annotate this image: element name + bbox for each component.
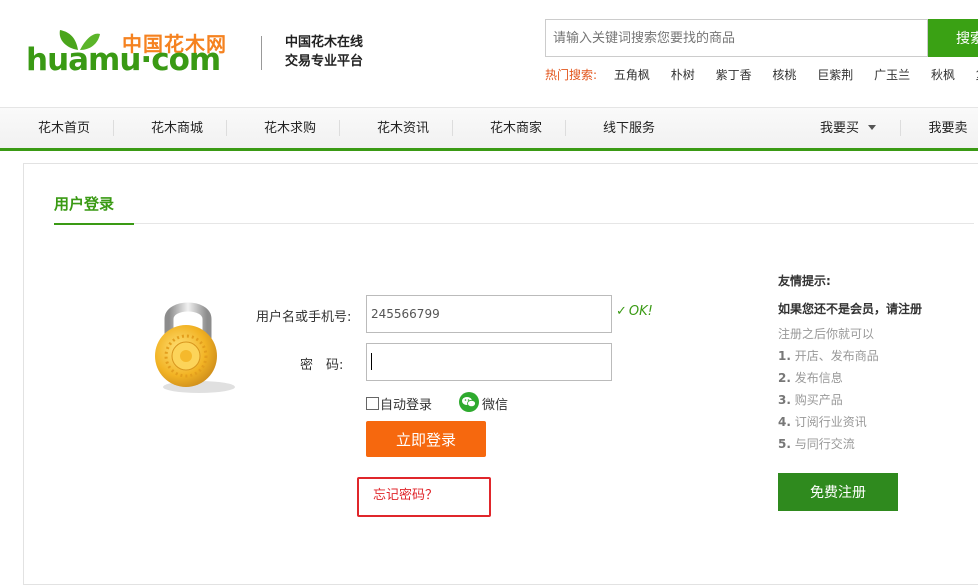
ok-text: OK! bbox=[628, 304, 653, 319]
hot-keyword[interactable]: 紫丁香 bbox=[716, 68, 752, 82]
padlock-icon bbox=[155, 302, 235, 393]
nav-buy-menu[interactable]: 我要买 bbox=[808, 108, 888, 148]
title-underline bbox=[54, 223, 134, 225]
nav-separator bbox=[113, 120, 114, 136]
hot-keyword[interactable]: 广玉兰 bbox=[874, 68, 910, 82]
nav-separator bbox=[339, 120, 340, 136]
login-title: 用户登录 bbox=[54, 195, 115, 213]
nav-buy-label: 我要买 bbox=[819, 121, 859, 136]
nav-item-wanted[interactable]: 花木求购 bbox=[254, 108, 326, 148]
password-label: 密 码: bbox=[300, 358, 344, 373]
nav-item-offline[interactable]: 线下服务 bbox=[593, 108, 665, 148]
tips-intro: 注册之后你就可以 bbox=[778, 327, 875, 341]
tip-item: 2. 发布信息 bbox=[778, 369, 843, 386]
hot-keyword[interactable]: 秋枫 bbox=[931, 68, 955, 82]
tips-title: 友情提示: bbox=[778, 274, 831, 288]
site-logo[interactable]: 中国花木网 huamu·com bbox=[26, 26, 242, 78]
nav-separator bbox=[452, 120, 453, 136]
login-button[interactable]: 立即登录 bbox=[366, 421, 486, 457]
text-cursor bbox=[371, 353, 372, 370]
forgot-password-link[interactable]: 忘记密码？ bbox=[373, 484, 438, 503]
wechat-glyph-icon bbox=[462, 397, 476, 408]
tip-number: 1. bbox=[778, 349, 791, 363]
hot-search-bar: 热门搜索: 五角枫 朴树 紫丁香 核桃 巨紫荆 广玉兰 秋枫 复 bbox=[545, 66, 978, 83]
hot-keyword[interactable]: 朴树 bbox=[671, 68, 695, 82]
tip-number: 4. bbox=[778, 415, 791, 429]
tip-text: 订阅行业资讯 bbox=[794, 415, 867, 429]
username-label: 用户名或手机号: bbox=[256, 310, 352, 325]
main-nav: 花木首页 花木商城 花木求购 花木资讯 花木商家 线下服务 我要买 我要卖 bbox=[0, 108, 978, 148]
tip-item: 4. 订阅行业资讯 bbox=[778, 413, 867, 430]
hot-search-label: 热门搜索: bbox=[545, 68, 598, 82]
auto-login-label: 自动登录 bbox=[380, 398, 433, 413]
nav-item-mall[interactable]: 花木商城 bbox=[141, 108, 213, 148]
nav-bottom-bar bbox=[0, 148, 978, 151]
caret-down-icon bbox=[868, 125, 876, 130]
tip-item: 3. 购买产品 bbox=[778, 391, 843, 408]
nav-separator bbox=[900, 120, 901, 136]
slogan-line-2: 交易专业平台 bbox=[285, 54, 364, 69]
checkmark-icon: ✓ bbox=[616, 304, 627, 319]
auto-login-option[interactable]: 自动登录 bbox=[366, 394, 432, 413]
tip-number: 3. bbox=[778, 393, 791, 407]
slogan-line-1: 中国花木在线 bbox=[285, 35, 364, 50]
tip-number: 5. bbox=[778, 437, 791, 451]
auto-login-checkbox[interactable] bbox=[366, 397, 379, 410]
site-slogan: 中国花木在线 交易专业平台 bbox=[285, 33, 363, 71]
tip-text: 开店、发布商品 bbox=[794, 349, 879, 363]
search-input[interactable] bbox=[545, 19, 928, 57]
username-input[interactable] bbox=[366, 295, 612, 333]
nav-item-news[interactable]: 花木资讯 bbox=[367, 108, 439, 148]
wechat-icon[interactable] bbox=[459, 392, 479, 412]
tip-text: 发布信息 bbox=[794, 371, 843, 385]
nav-separator bbox=[226, 120, 227, 136]
password-input[interactable] bbox=[366, 343, 612, 381]
validation-ok: ✓ OK! bbox=[616, 304, 653, 319]
logo-divider bbox=[261, 36, 262, 70]
hot-keyword[interactable]: 巨紫荆 bbox=[817, 68, 853, 82]
hot-keyword[interactable]: 五角枫 bbox=[614, 68, 650, 82]
tip-number: 2. bbox=[778, 371, 791, 385]
search-button[interactable]: 搜索 bbox=[928, 19, 978, 57]
tip-item: 5. 与同行交流 bbox=[778, 435, 855, 452]
register-button[interactable]: 免费注册 bbox=[778, 473, 898, 511]
nav-item-merchants[interactable]: 花木商家 bbox=[480, 108, 552, 148]
title-divider bbox=[54, 223, 974, 224]
nav-separator bbox=[565, 120, 566, 136]
tip-text: 与同行交流 bbox=[794, 437, 855, 451]
nav-sell-menu[interactable]: 我要卖 bbox=[918, 108, 978, 148]
tips-subtitle: 如果您还不是会员，请注册 bbox=[778, 302, 923, 316]
wechat-login-link[interactable]: 微信 bbox=[482, 394, 508, 413]
logo-english-text: huamu·com bbox=[26, 42, 221, 78]
tip-text: 购买产品 bbox=[794, 393, 843, 407]
tip-item: 1. 开店、发布商品 bbox=[778, 347, 879, 364]
nav-item-home[interactable]: 花木首页 bbox=[28, 108, 100, 148]
hot-keyword[interactable]: 核桃 bbox=[772, 68, 796, 82]
